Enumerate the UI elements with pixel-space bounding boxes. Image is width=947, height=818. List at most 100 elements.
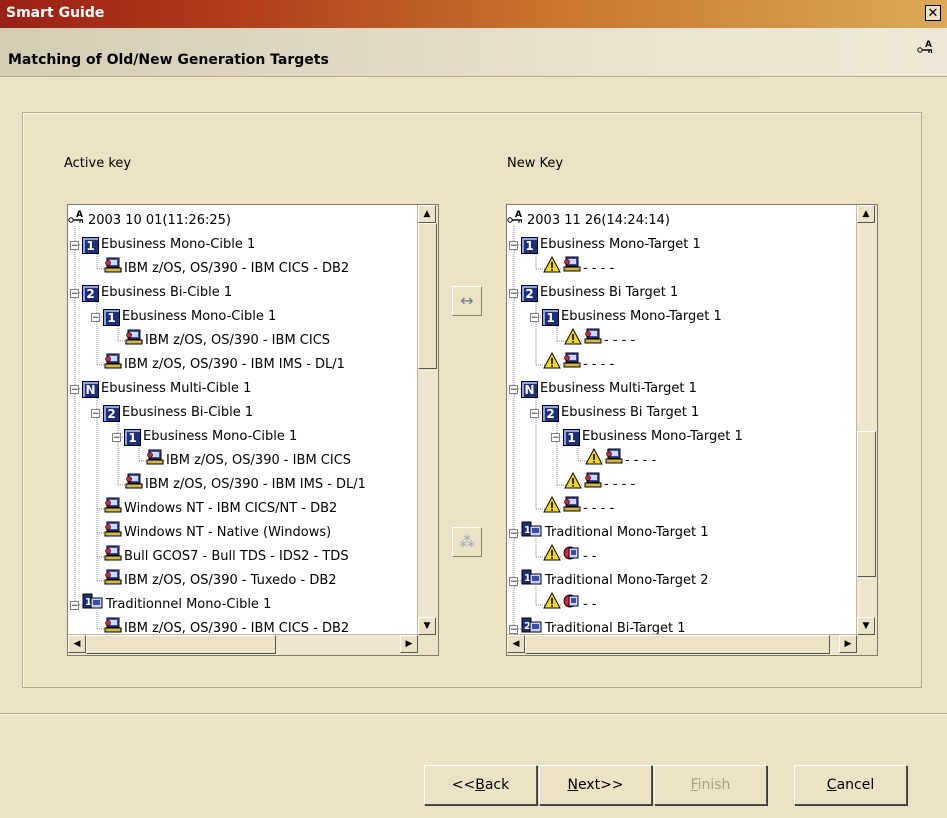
target-count-icon: N [82, 380, 99, 398]
node-label: IBM z/OS, OS/390 - IBM CICS - DB2 [124, 621, 350, 635]
active-key-tree-node[interactable]: IBM z/OS, OS/390 - IBM IMS - DL/1 [104, 353, 345, 377]
new-key-tree-node[interactable]: - - - - [543, 351, 615, 377]
new-key-tree-node[interactable]: - - - - [543, 495, 614, 521]
new-key-tree-node[interactable]: −1 Ebusiness Mono-Target 1 [551, 425, 743, 449]
scroll-thumb[interactable] [418, 223, 437, 369]
auto-match-button[interactable]: ⁂ [452, 527, 482, 557]
collapse-toggle[interactable]: − [70, 384, 79, 394]
vertical-scrollbar[interactable]: ▲ ▼ [856, 205, 877, 635]
collapse-toggle[interactable]: − [530, 312, 539, 322]
new-key-tree-node[interactable]: - - - - [564, 471, 635, 497]
new-key-tree-node[interactable]: −1 Ebusiness Mono-Target 1 [530, 305, 722, 329]
active-key-tree-node[interactable]: A 2003 10 01(11:26:25) [68, 209, 231, 233]
node-label: IBM z/OS, OS/390 - IBM CICS - DB2 [124, 261, 350, 276]
scroll-left-button[interactable]: ◀ [68, 635, 86, 653]
active-key-tree[interactable]: A 2003 10 01(11:26:25) −1 Ebusiness Mono-Ci… [67, 204, 439, 656]
new-key-tree-node[interactable]: −2 Ebusiness Bi Target 1 [530, 401, 699, 425]
collapse-toggle[interactable]: − [509, 384, 518, 394]
scroll-up-button[interactable]: ▲ [418, 205, 436, 223]
node-label: - - - - [583, 357, 615, 372]
horizontal-scrollbar[interactable]: ◀ ▶ [68, 634, 418, 655]
active-key-tree-node[interactable]: IBM z/OS, OS/390 - IBM IMS - DL/1 [125, 473, 366, 497]
new-key-tree-node[interactable]: −1 Ebusiness Mono-Target 1 [509, 233, 701, 257]
new-key-tree[interactable]: A 2003 11 26(14:24:14) −1 Ebusiness Mono-Ta… [506, 204, 878, 656]
node-label: Ebusiness Multi-Target 1 [540, 381, 697, 396]
new-key-tree-node[interactable]: − N Ebusiness Multi-Target 1 [509, 377, 697, 401]
scroll-thumb[interactable] [86, 635, 276, 654]
scroll-corner [418, 635, 438, 655]
collapse-toggle[interactable]: − [509, 288, 518, 298]
active-key-tree-node[interactable]: IBM z/OS, OS/390 - IBM CICS - DB2 [104, 617, 349, 635]
active-key-tree-node[interactable]: Windows NT - IBM CICS/NT - DB2 [104, 497, 337, 521]
new-key-tree-node[interactable]: - - - - [543, 255, 615, 281]
new-key-tree-node[interactable]: - - - - [585, 447, 656, 473]
node-label: 2003 10 01(11:26:25) [88, 213, 231, 228]
active-key-tree-node[interactable]: −2 Ebusiness Bi-Cible 1 [70, 281, 232, 305]
active-key-tree-node[interactable]: Windows NT - Native (Windows) [104, 521, 331, 545]
active-key-tree-node[interactable]: −1 Traditionnel Mono-Cible 1 [70, 593, 271, 617]
page-title: Matching of Old/New Generation Targets [8, 52, 329, 68]
new-key-label: New Key [507, 156, 564, 171]
collapse-toggle[interactable]: − [509, 576, 518, 586]
close-button[interactable]: ✕ [925, 5, 941, 21]
collapse-toggle[interactable]: − [70, 600, 79, 610]
node-label: 2003 11 26(14:24:14) [527, 213, 670, 228]
cancel-button[interactable]: Cancel [794, 765, 907, 805]
collapse-toggle[interactable]: − [509, 528, 518, 538]
active-key-tree-node[interactable]: IBM z/OS, OS/390 - IBM CICS - DB2 [104, 257, 349, 281]
swap-match-button[interactable]: ↔ [452, 286, 482, 316]
vertical-scrollbar[interactable]: ▲ ▼ [417, 205, 438, 635]
target-count-icon: 1 [563, 428, 580, 446]
scroll-thumb[interactable] [525, 635, 830, 654]
collapse-toggle[interactable]: − [91, 312, 100, 322]
target-count-icon: 1 [542, 308, 559, 326]
collapse-toggle[interactable]: − [70, 288, 79, 298]
scroll-down-button[interactable]: ▼ [418, 617, 436, 635]
active-key-tree-node[interactable]: −1 Ebusiness Mono-Cible 1 [112, 425, 297, 449]
collapse-toggle[interactable]: − [112, 432, 121, 442]
scroll-down-button[interactable]: ▼ [857, 617, 875, 635]
collapse-toggle[interactable]: − [530, 408, 539, 418]
active-key-tree-node[interactable]: Bull GCOS7 - Bull TDS - IDS2 - TDS [104, 545, 349, 569]
active-key-tree-node[interactable]: −1 Ebusiness Mono-Cible 1 [70, 233, 255, 257]
scroll-right-button[interactable]: ▶ [839, 635, 857, 653]
collapse-toggle[interactable]: − [551, 432, 560, 442]
scroll-left-button[interactable]: ◀ [507, 635, 525, 653]
active-key-tree-node[interactable]: −2 Ebusiness Bi-Cible 1 [91, 401, 253, 425]
separator [0, 713, 947, 715]
horizontal-scrollbar[interactable]: ◀ ▶ [507, 634, 857, 655]
scroll-thumb[interactable] [857, 431, 876, 577]
new-key-tree-node[interactable]: −2 Ebusiness Bi Target 1 [509, 281, 678, 305]
active-key-tree-node[interactable]: IBM z/OS, OS/390 - IBM CICS [125, 329, 330, 353]
wizard-header: Matching of Old/New Generation Targets A [0, 28, 947, 77]
swap-arrows-icon: ↔ [460, 291, 474, 310]
node-label: - - - - [583, 261, 615, 276]
next-button-label: Next>> [567, 777, 624, 793]
active-key-tree-node[interactable]: IBM z/OS, OS/390 - Tuxedo - DB2 [104, 569, 337, 593]
collapse-toggle[interactable]: − [509, 624, 518, 634]
active-key-tree-node[interactable]: −1 Ebusiness Mono-Cible 1 [91, 305, 276, 329]
key-icon: A [507, 208, 525, 235]
new-key-tree-node[interactable]: −2 Traditional Bi-Target 1 [509, 617, 685, 635]
new-key-tree-node[interactable]: −1 Traditional Mono-Target 2 [509, 569, 709, 593]
node-label: Ebusiness Mono-Target 1 [540, 237, 701, 252]
new-key-tree-node[interactable]: - - - - [564, 327, 635, 353]
scroll-up-button[interactable]: ▲ [857, 205, 875, 223]
new-key-tree-node[interactable]: - - [543, 543, 597, 569]
back-button[interactable]: <<Back [424, 765, 537, 805]
collapse-toggle[interactable]: − [91, 408, 100, 418]
target-count-icon: 2 [542, 404, 559, 422]
node-label: Bull GCOS7 - Bull TDS - IDS2 - TDS [124, 549, 349, 564]
new-key-tree-node[interactable]: −1 Traditional Mono-Target 1 [509, 521, 709, 545]
scroll-right-button[interactable]: ▶ [400, 635, 418, 653]
node-label: Traditionnel Mono-Cible 1 [106, 597, 272, 612]
finish-button[interactable]: Finish [654, 765, 767, 805]
new-key-tree-node[interactable]: - - [543, 591, 597, 617]
next-button[interactable]: Next>> [539, 765, 652, 805]
collapse-toggle[interactable]: − [509, 240, 518, 250]
back-button-label: <<Back [451, 777, 510, 793]
collapse-toggle[interactable]: − [70, 240, 79, 250]
active-key-tree-node[interactable]: IBM z/OS, OS/390 - IBM CICS [146, 449, 351, 473]
new-key-tree-node[interactable]: A 2003 11 26(14:24:14) [507, 209, 670, 233]
active-key-tree-node[interactable]: − N Ebusiness Multi-Cible 1 [70, 377, 251, 401]
